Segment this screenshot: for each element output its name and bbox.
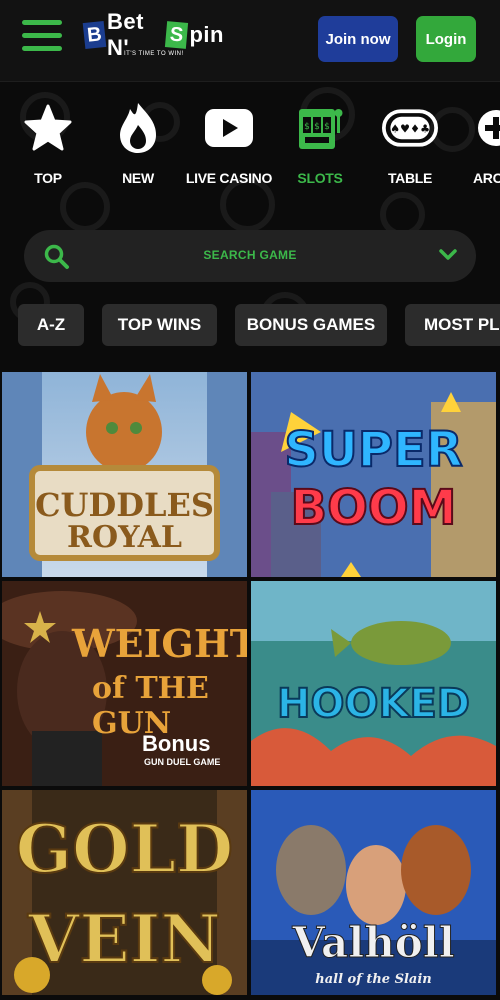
logo-s-box: S — [165, 21, 189, 49]
login-button[interactable]: Login — [416, 16, 476, 62]
game-title-line1: WEIGHT — [72, 621, 247, 666]
category-label: ARC — [473, 170, 500, 186]
logo-tagline: IT'S TIME TO WIN! — [124, 51, 184, 57]
category-label: SLOTS — [297, 170, 343, 186]
filter-most-played[interactable]: MOST PL — [405, 304, 500, 346]
category-live-casino[interactable]: LIVE CASINO — [184, 96, 274, 196]
svg-text:$: $ — [304, 122, 310, 132]
game-tile-super-boom[interactable]: SUPER BOOM — [251, 372, 496, 577]
slot-machine-icon: $ $ $ — [292, 100, 348, 156]
category-label: TOP — [34, 170, 62, 186]
flame-icon — [110, 100, 166, 156]
svg-text:♠♥♦♣: ♠♥♦♣ — [390, 123, 430, 136]
top-header: B Bet N' S pin IT'S TIME TO WIN! Join no… — [0, 0, 500, 82]
game-tile-gold-vein[interactable]: GOLD VEIN — [2, 790, 247, 995]
filter-tabs: A-Z TOP WINS BONUS GAMES MOST PL — [0, 304, 500, 346]
svg-text:$: $ — [324, 122, 330, 132]
betnspin-logo[interactable]: B Bet N' S pin IT'S TIME TO WIN! — [82, 9, 224, 64]
category-label: NEW — [122, 170, 154, 186]
category-nav: TOP NEW LIVE CASINO $ $ $ SLOTS ♠♥♦♣ TABLE… — [0, 96, 500, 196]
play-icon — [201, 100, 257, 156]
game-tile-hooked[interactable]: HOOKED — [251, 581, 496, 786]
game-title-line1: GOLD — [15, 809, 235, 889]
filter-a-z[interactable]: A-Z — [18, 304, 84, 346]
logo-text-right: pin — [189, 22, 224, 47]
category-label: LIVE CASINO — [185, 170, 273, 186]
bonus-badge: Bonus — [142, 731, 211, 756]
category-top[interactable]: TOP — [3, 96, 93, 196]
game-title-line1: CUDDLES — [35, 486, 214, 524]
game-tile-weight-of-the-gun[interactable]: WEIGHT of THE GUN Bonus GUN DUEL GAME — [2, 581, 247, 786]
logo-b-box: B — [82, 20, 107, 50]
game-title-line2: BOOM — [290, 479, 458, 537]
category-arcade[interactable]: ARC — [456, 96, 500, 196]
search-placeholder: SEARCH GAME — [203, 248, 297, 262]
filter-top-wins[interactable]: TOP WINS — [102, 304, 217, 346]
category-table[interactable]: ♠♥♦♣ TABLE — [365, 96, 455, 196]
search-game-input[interactable]: SEARCH GAME — [24, 230, 476, 282]
cards-icon: ♠♥♦♣ — [382, 100, 438, 156]
game-title-line1: SUPER — [283, 421, 463, 479]
game-title-line2: hall of the Slain — [315, 972, 432, 987]
game-tile-valholl[interactable]: Valhöll hall of the Slain — [251, 790, 496, 995]
game-tile-cuddles-royal[interactable]: CUDDLES ROYAL — [2, 372, 247, 577]
game-title-line1: HOOKED — [276, 680, 471, 728]
game-title-line1: Valhöll — [292, 918, 455, 968]
game-title-line2: ROYAL — [67, 520, 182, 555]
game-title-line2: VEIN — [27, 899, 222, 979]
bonus-badge-subtitle: GUN DUEL GAME — [144, 757, 221, 767]
plus-icon — [468, 100, 500, 156]
star-icon — [20, 100, 76, 156]
filter-bonus-games[interactable]: BONUS GAMES — [235, 304, 387, 346]
category-label: TABLE — [387, 170, 433, 186]
chevron-down-icon[interactable] — [438, 248, 458, 262]
join-now-button[interactable]: Join now — [318, 16, 398, 62]
category-new[interactable]: NEW — [93, 96, 183, 196]
category-slots[interactable]: $ $ $ SLOTS — [275, 96, 365, 196]
menu-hamburger-icon[interactable] — [22, 20, 62, 56]
svg-text:$: $ — [314, 122, 320, 132]
